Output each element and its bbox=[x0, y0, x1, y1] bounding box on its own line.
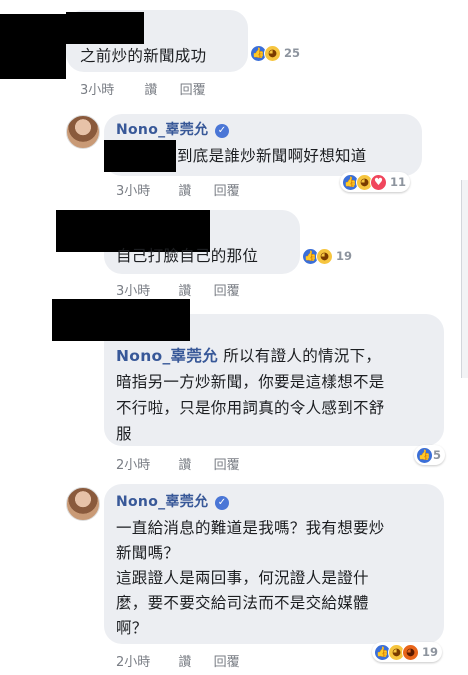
reaction-summary[interactable]: 👍 ◕ ◕ 19 bbox=[372, 642, 443, 662]
like-button[interactable]: 讚 bbox=[144, 79, 157, 98]
reply-button[interactable]: 回覆 bbox=[180, 79, 206, 98]
comment-actions: 3小時 讚 回覆 bbox=[116, 180, 240, 199]
haha-icon: ◕ bbox=[316, 247, 333, 265]
reaction-summary[interactable]: 👍 ◕ 25 bbox=[250, 43, 300, 63]
comment-text: 自己打臉自己的那位 bbox=[116, 247, 259, 265]
reaction-count: 11 bbox=[390, 175, 407, 189]
comment-author[interactable]: Nono_辜莞允 ✓ bbox=[116, 118, 230, 142]
comment-time[interactable]: 3小時 bbox=[80, 79, 114, 98]
reaction-count: 19 bbox=[336, 249, 353, 263]
verified-badge-icon: ✓ bbox=[215, 124, 230, 138]
like-button[interactable]: 讚 bbox=[178, 651, 191, 670]
like-button[interactable]: 讚 bbox=[178, 180, 191, 199]
love-icon: ♥ bbox=[370, 173, 387, 191]
redacted-author bbox=[52, 299, 190, 341]
comment-actions: 2小時 讚 回覆 bbox=[116, 651, 240, 670]
mention-name[interactable]: Nono_辜莞允 bbox=[116, 347, 218, 365]
avatar[interactable] bbox=[66, 115, 100, 149]
redacted-author bbox=[0, 14, 66, 79]
comment-text: 到底是誰炒新聞啊好想知道 bbox=[177, 147, 367, 165]
comment-line: 暗指另一方炒新聞，你要是這樣想不是 bbox=[116, 373, 385, 391]
reaction-count: 25 bbox=[284, 46, 301, 60]
reaction-summary[interactable]: 👍 ◕ 19 bbox=[302, 246, 352, 266]
reply-button[interactable]: 回覆 bbox=[214, 180, 240, 199]
angry-icon: ◕ bbox=[402, 643, 419, 661]
comment-time[interactable]: 2小時 bbox=[116, 651, 150, 670]
redacted-mention bbox=[104, 140, 176, 172]
reply-button[interactable]: 回覆 bbox=[214, 651, 240, 670]
redacted-author bbox=[66, 12, 144, 44]
comment-text: 之前炒的新聞成功 bbox=[80, 47, 207, 65]
comment-time[interactable]: 3小時 bbox=[116, 180, 150, 199]
reaction-summary[interactable]: 👍 ◕ ♥ 11 bbox=[340, 172, 411, 192]
like-button[interactable]: 讚 bbox=[178, 454, 191, 473]
comment-line: 啊？ bbox=[116, 619, 148, 637]
comment-actions: 3小時 讚 回覆 bbox=[80, 79, 206, 98]
verified-badge-icon: ✓ bbox=[215, 496, 230, 510]
comment-line: 服 bbox=[116, 425, 132, 443]
comment-author[interactable]: Nono_辜莞允 ✓ bbox=[116, 490, 230, 514]
reaction-summary[interactable]: 👍 5 bbox=[414, 445, 446, 465]
reply-button[interactable]: 回覆 bbox=[214, 280, 240, 299]
reaction-count: 19 bbox=[422, 645, 439, 659]
author-name[interactable]: Nono_辜莞允 bbox=[116, 494, 208, 510]
like-icon: 👍 bbox=[416, 446, 433, 464]
like-button[interactable]: 讚 bbox=[178, 280, 191, 299]
comment-line: 不行啦，只是你用詞真的令人感到不舒 bbox=[116, 399, 385, 417]
comment-line: 麼，要不要交給司法而不是交給媒體 bbox=[116, 594, 369, 612]
comment-line: 新聞嗎？ bbox=[116, 544, 180, 562]
comment-actions: 3小時 讚 回覆 bbox=[116, 280, 240, 299]
comment-time[interactable]: 3小時 bbox=[116, 280, 150, 299]
comment-time[interactable]: 2小時 bbox=[116, 454, 150, 473]
reaction-count: 5 bbox=[433, 448, 442, 462]
author-name[interactable]: Nono_辜莞允 bbox=[116, 122, 208, 138]
comment-line: 一直給消息的難道是我嗎？我有想要炒 bbox=[116, 519, 385, 537]
comment-line: 所以有證人的情況下， bbox=[223, 347, 382, 365]
comment-text: Nono_辜莞允 所以有證人的情況下， bbox=[116, 344, 381, 368]
scrollbar[interactable] bbox=[461, 180, 468, 378]
comment-actions: 2小時 讚 回覆 bbox=[116, 454, 240, 473]
comment-line: 這跟證人是兩回事，何況證人是證什 bbox=[116, 569, 369, 587]
avatar[interactable] bbox=[66, 487, 100, 521]
reply-button[interactable]: 回覆 bbox=[214, 454, 240, 473]
haha-icon: ◕ bbox=[264, 44, 281, 62]
